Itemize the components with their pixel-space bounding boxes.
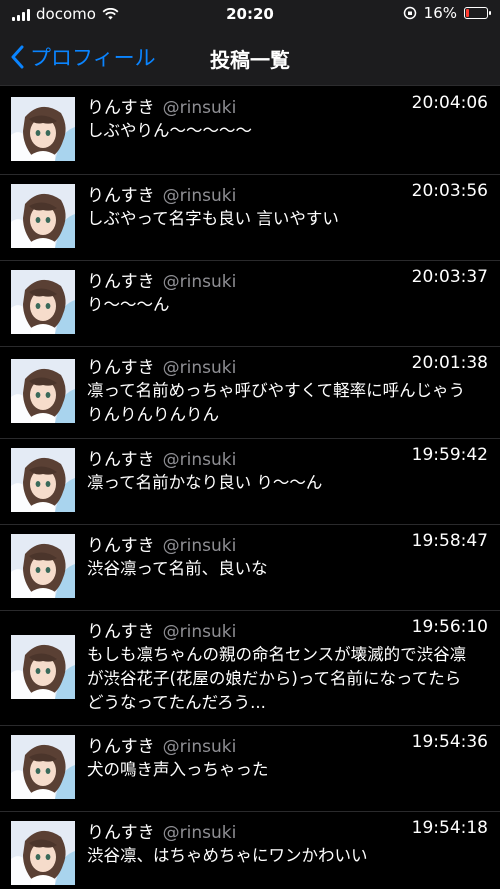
post-header: りんすき @rinsuki 19:58:47 — [87, 531, 488, 556]
post-timestamp: 19:54:18 — [411, 818, 488, 838]
post-row[interactable]: りんすき @rinsuki 19:58:47 渋谷凛って名前、良いな — [0, 525, 500, 611]
avatar[interactable] — [11, 735, 75, 799]
post-author-name: りんすき — [87, 536, 155, 556]
avatar[interactable] — [11, 270, 75, 334]
post-header: りんすき @rinsuki 19:56:10 — [87, 617, 488, 642]
post-author-handle: @rinsuki — [162, 186, 237, 206]
avatar[interactable] — [11, 184, 75, 248]
battery-percent: 16% — [423, 4, 457, 22]
post-text: しぶやりん〜〜〜〜〜 — [87, 121, 252, 140]
orientation-lock-icon — [403, 6, 416, 20]
post-author-name: りんすき — [87, 450, 155, 470]
post-timestamp: 19:59:42 — [411, 445, 488, 465]
post-text: しぶやって名字も良い 言いやすい — [87, 209, 339, 228]
avatar[interactable] — [11, 534, 75, 598]
post-timestamp: 20:04:06 — [411, 93, 488, 113]
avatar[interactable] — [11, 635, 75, 699]
post-text: 凛って名前かなり良い り〜〜ん — [87, 473, 323, 492]
post-timestamp: 20:03:37 — [411, 267, 488, 287]
post-author-handle: @rinsuki — [162, 98, 237, 118]
post-row[interactable]: りんすき @rinsuki 20:03:37 り〜〜〜ん — [0, 261, 500, 347]
post-row[interactable]: りんすき @rinsuki 19:59:42 凛って名前かなり良い り〜〜ん — [0, 439, 500, 525]
post-text: 渋谷凛、はちゃめちゃにワンかわいい — [87, 846, 368, 865]
post-header: りんすき @rinsuki 20:01:38 — [87, 353, 488, 378]
post-author-name: りんすき — [87, 823, 155, 843]
post-header: りんすき @rinsuki 20:03:37 — [87, 267, 488, 292]
post-header: りんすき @rinsuki 19:59:42 — [87, 445, 488, 470]
battery-level — [466, 9, 469, 17]
post-text: 渋谷凛って名前、良いな — [87, 559, 268, 578]
post-timestamp: 19:54:36 — [411, 732, 488, 752]
post-author-handle: @rinsuki — [162, 823, 237, 843]
post-author-handle: @rinsuki — [162, 622, 237, 642]
post-row[interactable]: りんすき @rinsuki 19:54:36 犬の鳴き声入っちゃった — [0, 726, 500, 812]
post-author-name: りんすき — [87, 737, 155, 757]
avatar[interactable] — [11, 97, 75, 161]
post-author-name: りんすき — [87, 272, 155, 292]
avatar[interactable] — [11, 448, 75, 512]
battery-icon — [464, 7, 491, 19]
post-author-handle: @rinsuki — [162, 272, 237, 292]
post-author-name: りんすき — [87, 358, 155, 378]
post-header: りんすき @rinsuki 20:03:56 — [87, 181, 488, 206]
post-row[interactable]: りんすき @rinsuki 20:03:56 しぶやって名字も良い 言いやすい — [0, 175, 500, 261]
post-header: りんすき @rinsuki 19:54:36 — [87, 732, 488, 757]
post-header: りんすき @rinsuki 20:04:06 — [87, 93, 488, 118]
post-text: り〜〜〜ん — [87, 295, 170, 314]
avatar[interactable] — [11, 821, 75, 885]
page-title: 投稿一覧 — [210, 48, 290, 72]
post-timestamp: 20:03:56 — [411, 181, 488, 201]
post-timestamp: 20:01:38 — [411, 353, 488, 373]
post-author-handle: @rinsuki — [162, 358, 237, 378]
post-list[interactable]: りんすき @rinsuki 20:04:06 しぶやりん〜〜〜〜〜 りんすき @rinsu… — [0, 87, 500, 889]
post-author-name: りんすき — [87, 622, 155, 642]
post-row[interactable]: りんすき @rinsuki 20:04:06 しぶやりん〜〜〜〜〜 — [0, 87, 500, 175]
post-text: 犬の鳴き声入っちゃった — [87, 760, 269, 779]
post-author-handle: @rinsuki — [162, 737, 237, 757]
post-row[interactable]: りんすき @rinsuki 19:56:10 もしも凛ちゃんの親の命名センスが壊滅的で… — [0, 611, 500, 726]
post-timestamp: 19:56:10 — [411, 617, 488, 637]
status-bar: docomo 20:20 16% — [0, 0, 500, 28]
avatar[interactable] — [11, 359, 75, 423]
post-author-name: りんすき — [87, 186, 155, 206]
post-timestamp: 19:58:47 — [411, 531, 488, 551]
navigation-bar: プロフィール 投稿一覧 — [0, 28, 500, 86]
post-text: もしも凛ちゃんの親の命名センスが壊滅的で渋谷凛 が渋谷花子(花屋の娘だから)って… — [87, 645, 467, 712]
post-row[interactable]: りんすき @rinsuki 19:54:18 渋谷凛、はちゃめちゃにワンかわいい — [0, 812, 500, 889]
post-author-handle: @rinsuki — [162, 536, 237, 556]
post-author-name: りんすき — [87, 98, 155, 118]
post-row[interactable]: りんすき @rinsuki 20:01:38 凛って名前めっちゃ呼びやすくて軽率に呼ん… — [0, 347, 500, 439]
post-text: 凛って名前めっちゃ呼びやすくて軽率に呼んじゃう りんりんりんりん — [87, 381, 466, 424]
post-author-handle: @rinsuki — [162, 450, 237, 470]
post-header: りんすき @rinsuki 19:54:18 — [87, 818, 488, 843]
